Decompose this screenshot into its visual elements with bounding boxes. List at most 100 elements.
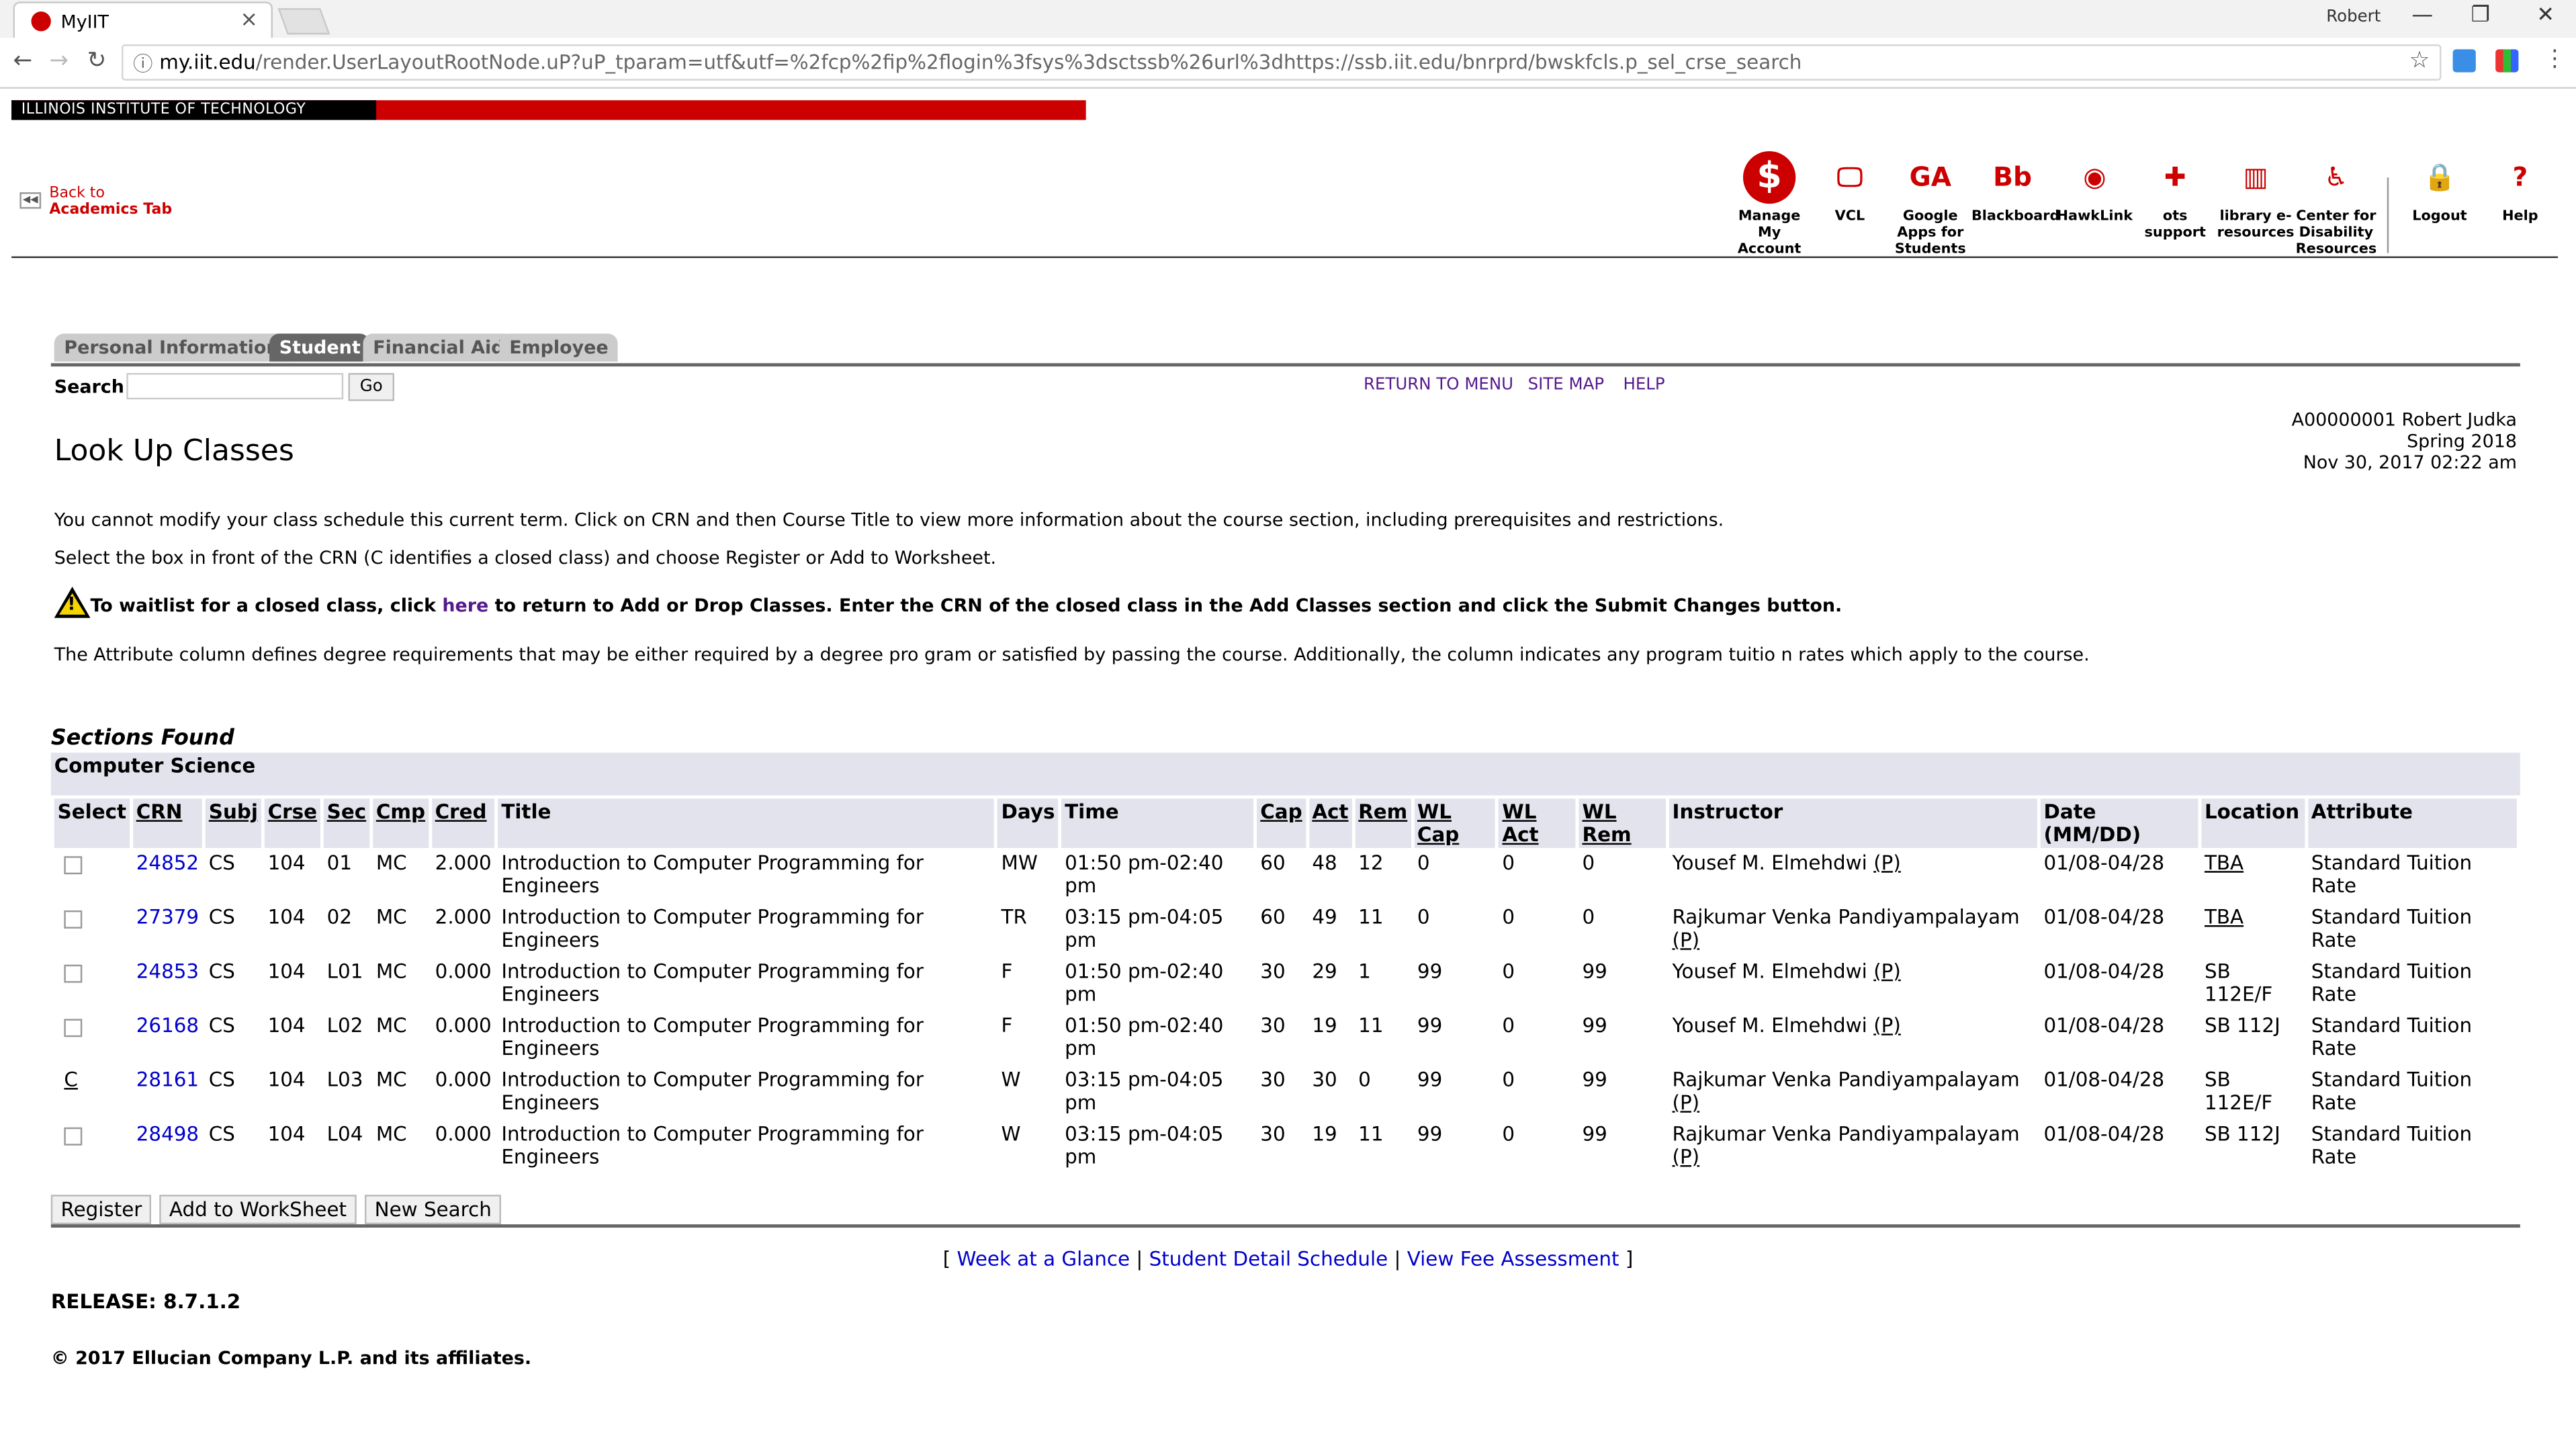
column-header[interactable]: Crse [264,798,320,849]
student-detail-schedule-link[interactable]: Student Detail Schedule [1149,1247,1388,1270]
url-input[interactable]: ⓘ my.iit.edu/render.UserLayoutRootNode.u… [121,44,2442,81]
header-dollar-button[interactable]: $ Manage My Account [1728,151,1810,258]
cell-date: 01/08-04/28 [2043,960,2165,983]
date-time: Nov 30, 2017 02:22 am [2303,452,2517,474]
column-header[interactable]: Cred [431,798,495,849]
site-info-icon[interactable]: ⓘ [133,49,152,77]
cell-location: SB 112E/F [2204,960,2273,1006]
column-header[interactable]: WL Act [1499,798,1576,849]
site-map-link[interactable]: SITE MAP [1528,376,1605,394]
close-tab-icon[interactable]: × [240,8,258,33]
header-books-button[interactable]: ▥ library e-resources [2215,151,2297,241]
header-monitor-button[interactable]: 🖵 VCL [1809,151,1891,225]
header-accessibility-button[interactable]: ♿ Center for Disability Resources [2295,151,2377,258]
tab-employee[interactable]: Employee [499,333,619,362]
column-header[interactable]: Act [1308,798,1352,849]
primary-instructor-abbr[interactable]: (P) [1673,1146,1700,1168]
restore-icon[interactable]: ❐ [2471,3,2490,28]
primary-instructor-abbr[interactable]: (P) [1873,851,1901,874]
column-header[interactable]: WL Cap [1414,798,1496,849]
forward-arrow-icon[interactable]: → [49,48,69,74]
column-header[interactable]: Cmp [372,798,429,849]
profile-name[interactable]: Robert [2326,8,2381,26]
select-checkbox[interactable] [64,856,83,875]
header-plus-button[interactable]: ✚ ots support [2134,151,2216,241]
column-header[interactable]: Rem [1355,798,1411,849]
week-at-a-glance-link[interactable]: Week at a Glance [957,1247,1130,1270]
cell-select [54,1013,130,1065]
select-checkbox[interactable] [64,1019,83,1037]
cell-act: 48 [1312,851,1337,875]
cell-instructor: Yousef M. Elmehdwi (P) [1672,960,1901,983]
select-checkbox[interactable] [64,910,83,929]
cell-date: 01/08-04/28 [2043,851,2165,875]
crn-link[interactable]: 24853 [133,958,202,1011]
column-header: Attribute [2307,798,2517,849]
new-tab-button[interactable] [277,8,330,35]
reload-icon[interactable]: ↻ [87,48,107,74]
cell-wlcap: 99 [1417,1122,1443,1146]
cell-subj: CS [208,1014,235,1037]
back-arrow-icon[interactable]: ← [13,48,33,74]
table-header-row: Select CRN Subj Crse Sec Cmp Cred Title Days Time… [54,798,2517,849]
primary-instructor-abbr[interactable]: (P) [1673,929,1700,951]
header-lock-button[interactable]: 🔒 Logout [2399,151,2481,225]
column-header[interactable]: Sec [323,798,370,849]
select-checkbox[interactable] [64,1127,83,1146]
browser-tab[interactable]: MyIIT × [13,1,273,40]
header-help-button[interactable]: ? Help [2479,151,2561,225]
crn-link[interactable]: 26168 [133,1013,202,1065]
primary-instructor-abbr[interactable]: (P) [1873,1014,1901,1037]
release-version: RELEASE: 8.7.1.2 [50,1289,241,1314]
minimize-icon[interactable]: — [2411,3,2433,28]
column-header[interactable]: Subj [205,798,261,849]
bookmark-star-icon[interactable]: ☆ [2409,48,2430,74]
cell-sec: L02 [326,1014,363,1037]
cell-crse: 104 [267,1014,306,1037]
help-link[interactable]: HELP [1623,376,1664,394]
column-header[interactable]: CRN [132,798,203,849]
select-checkbox[interactable] [64,964,83,983]
cell-wlrem: 0 [1582,905,1595,929]
cell-location: TBA [2204,851,2244,875]
header-google-apps-button[interactable]: GA Google Apps for Students [1890,151,1971,258]
column-header[interactable]: WL Rem [1579,798,1666,849]
return-to-menu-link[interactable]: RETURN TO MENU [1364,376,1513,394]
header-blackboard-button[interactable]: Bb Blackboard [1971,151,2060,225]
go-button[interactable]: Go [348,373,394,401]
cell-cred: 0.000 [435,1068,492,1092]
divider [2387,177,2389,253]
tab-personal-information[interactable]: Personal Information [54,333,290,362]
primary-instructor-abbr[interactable]: (P) [1673,1091,1700,1114]
cell-crse: 104 [267,1122,306,1146]
close-window-icon[interactable]: ✕ [2536,3,2555,28]
cell-rem: 11 [1358,1014,1384,1037]
browser-tab-title: MyIIT [60,11,109,33]
tab-financial-aid[interactable]: Financial Aid [363,333,515,362]
header-hawk-button[interactable]: ◉ HawkLink [2053,151,2135,225]
primary-instructor-abbr[interactable]: (P) [1873,960,1901,982]
cell-time: 03:15 pm-04:05 pm [1065,905,1224,952]
cell-cmp: MC [375,1068,407,1092]
browser-menu-icon[interactable]: ⋮ [2543,46,2566,72]
search-input[interactable] [126,373,344,400]
register-button[interactable]: Register [50,1195,152,1225]
crn-link[interactable]: 28498 [133,1121,202,1173]
view-fee-assessment-link[interactable]: View Fee Assessment [1407,1247,1619,1270]
header-icon-label: HawkLink [2056,208,2133,226]
extension-icon[interactable] [2495,49,2519,73]
add-to-worksheet-button[interactable]: Add to WorkSheet [159,1195,357,1225]
tab-student[interactable]: Student [269,333,371,362]
header-icon-label: Logout [2412,208,2467,226]
here-link[interactable]: here [442,595,488,616]
column-header[interactable]: Cap [1257,798,1306,849]
address-toolbar: ← → ↻ ⓘ my.iit.edu/render.UserLayoutRoot… [0,38,2576,89]
crn-link[interactable]: 28161 [133,1066,202,1119]
cell-cmp: MC [375,960,407,983]
cell-rem: 12 [1358,851,1384,875]
extension-icon[interactable] [2452,49,2476,73]
new-search-button[interactable]: New Search [364,1195,502,1225]
crn-link[interactable]: 27379 [133,904,202,956]
cell-date: 01/08-04/28 [2043,1122,2165,1146]
crn-link[interactable]: 24852 [133,849,202,902]
